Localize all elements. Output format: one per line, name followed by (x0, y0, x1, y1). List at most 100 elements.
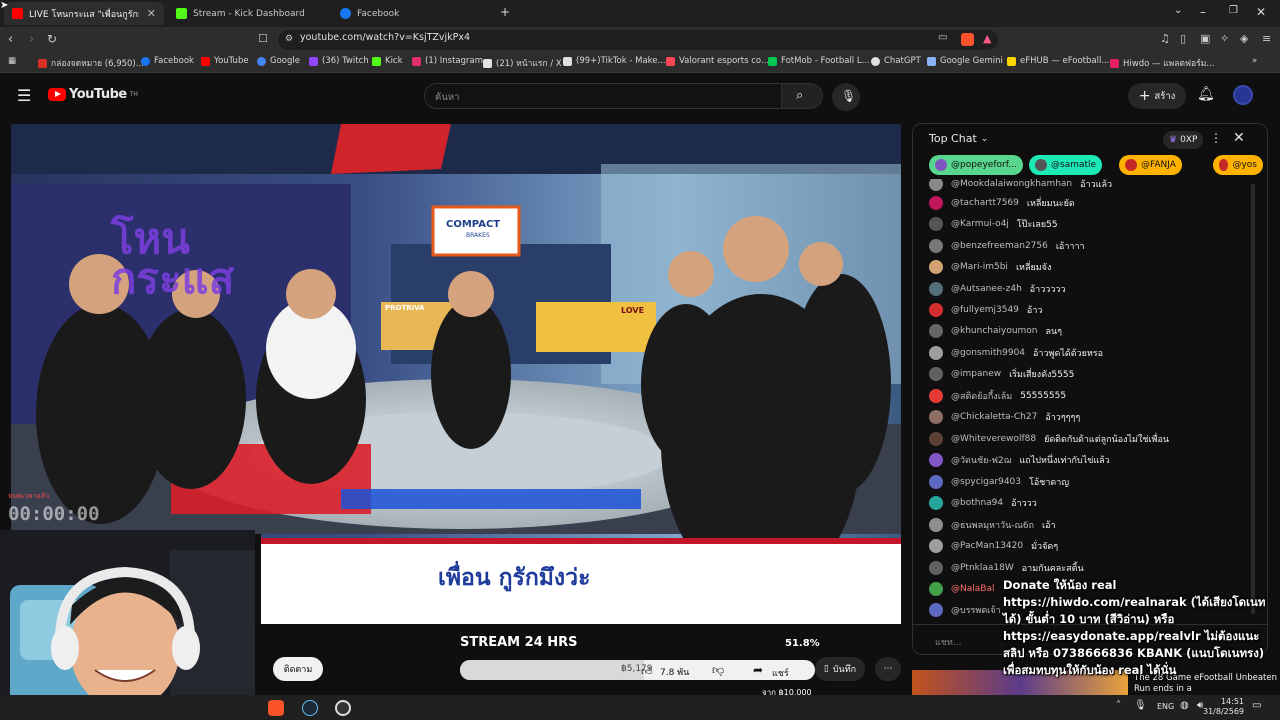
chat-username[interactable]: @PacMan13420 (951, 541, 1023, 551)
microphone-tray-icon[interactable]: 🎙︎ (1134, 700, 1147, 711)
chat-username[interactable]: @Autsanee-z4h (951, 284, 1022, 294)
avatar (929, 496, 943, 510)
bookmark-instagram[interactable]: (1) Instagram (412, 56, 483, 66)
bookmark-google[interactable]: Google (257, 56, 300, 66)
pinned-donor-pill[interactable]: @samatle (1029, 155, 1103, 175)
tray-chevron-icon[interactable]: ˄ (1116, 700, 1121, 711)
xp-badge[interactable]: ♛ 0XP (1163, 131, 1204, 149)
close-window-icon[interactable]: ✕ (1256, 5, 1266, 19)
bookmark-kick[interactable]: Kick (372, 56, 403, 66)
close-icon[interactable]: ✕ (147, 7, 156, 20)
chat-username[interactable]: @NalaBal (951, 584, 994, 594)
clock-time[interactable]: 14:51 (1214, 697, 1244, 706)
share-label[interactable]: แชร์ (772, 666, 789, 680)
chat-username[interactable]: @บรรพตเจ้า (951, 603, 1001, 617)
hamburger-menu-icon[interactable]: ☰ (17, 86, 31, 105)
restore-icon[interactable]: ❐ (1229, 5, 1238, 16)
reload-icon[interactable]: ↻ (47, 32, 57, 46)
notifications-bell-icon[interactable]: 🔔︎ (1197, 86, 1215, 102)
dislike-icon[interactable]: 👎︎ (712, 663, 724, 678)
close-chat-icon[interactable]: ✕ (1233, 130, 1245, 146)
bookmark-youtube[interactable]: YouTube (201, 56, 249, 66)
bookmark-icon[interactable]: ☐ (258, 32, 268, 45)
chat-text: เหลี่ยมจัง (1015, 263, 1052, 273)
chat-username[interactable]: @Chickaletta-Ch27 (951, 412, 1037, 422)
tab-kick-dashboard[interactable]: Stream - Kick Dashboard (168, 2, 328, 25)
chat-username[interactable]: @Whiteverewolf88 (951, 434, 1036, 444)
bookmark-chatgpt[interactable]: ChatGPT (871, 56, 921, 66)
more-bookmarks-icon[interactable]: » (1252, 56, 1257, 66)
chat-username[interactable]: @วัดนชัย-ฟ2ฌ (951, 453, 1011, 467)
pinned-donor-pill[interactable]: @popeyeforf... (929, 155, 1023, 175)
apps-icon[interactable]: ▦ (8, 56, 16, 66)
xp-value: 0XP (1180, 135, 1198, 145)
chat-username[interactable]: @tachartt7569 (951, 198, 1019, 208)
chat-username[interactable]: @ธนพลมุหาวัน-ณ6ถ (951, 518, 1034, 532)
bookmark-gemini[interactable]: Google Gemini (927, 56, 1003, 66)
chat-menu-icon[interactable]: ⋮ (1210, 131, 1222, 145)
language-indicator[interactable]: ENG (1157, 702, 1174, 711)
voice-search-button[interactable]: 🎙︎ (832, 83, 860, 111)
bookmark-fotmob[interactable]: FotMob - Football L... (768, 56, 870, 66)
chat-mode-select[interactable]: Top Chat ⌄ (929, 132, 988, 145)
chat-username[interactable]: @fullyemj3549 (951, 305, 1019, 315)
back-icon[interactable]: ‹ (8, 32, 13, 47)
chat-username[interactable]: @gonsmith9904 (951, 348, 1025, 358)
create-button[interactable]: + สร้าง (1128, 83, 1186, 109)
sidebar-icon[interactable]: ▯ (1180, 32, 1186, 45)
save-button[interactable]: ▯ บันทึก (815, 657, 865, 681)
chat-input[interactable]: แชท... (935, 635, 961, 649)
search-input[interactable]: ค้นหา (424, 83, 782, 109)
menu-icon[interactable]: ≡ (1262, 32, 1271, 45)
steam-icon[interactable] (302, 700, 318, 716)
bookmark-facebook[interactable]: Facebook (141, 56, 194, 66)
network-icon[interactable]: ◍ (1180, 700, 1189, 711)
chat-username[interactable]: @Mari-im5bi (951, 262, 1008, 272)
tab-search-icon[interactable]: ⌄ (1174, 5, 1182, 16)
pinned-donor-pill[interactable]: @yos (1213, 155, 1263, 175)
bookmark-twitch[interactable]: (36) Twitch (309, 56, 369, 66)
obs-icon[interactable] (335, 700, 351, 716)
bookmark-gmail[interactable]: กล่องจดหมาย (6,950)... (38, 56, 144, 70)
rewards-icon[interactable]: ▲ (983, 32, 991, 45)
chat-username[interactable]: @Karmui-o4j (951, 219, 1009, 229)
chat-username[interactable]: @impanew (951, 369, 1001, 379)
bookmark-tiktok[interactable]: (99+)TikTok - Make... (563, 56, 666, 66)
tab-facebook[interactable]: Facebook (332, 2, 492, 25)
notification-center-icon[interactable]: ▭ (1252, 700, 1261, 711)
bookmark-valorant[interactable]: Valorant esports co... (666, 56, 769, 66)
youtube-logo[interactable]: YouTube TH (48, 87, 138, 102)
brave-shield-icon[interactable] (961, 33, 974, 46)
minimize-icon[interactable]: – (1200, 5, 1206, 19)
tab-youtube-live[interactable]: LIVE โหนกระแส "เพื่อนกูรักมึงว่ะ ✕ (4, 2, 164, 25)
chat-username[interactable]: @benzefreeman2756 (951, 241, 1048, 251)
bookmark-efhub[interactable]: eFHUB — eFootball... (1007, 56, 1109, 66)
chat-username[interactable]: @Mookdalaiwongkhamhan (951, 179, 1072, 189)
more-actions-button[interactable]: ⋯ (875, 657, 901, 681)
wallet-icon[interactable]: ▣ (1200, 32, 1210, 45)
forward-icon[interactable]: › (29, 32, 34, 47)
subscribe-button[interactable]: ติดตาม (273, 657, 323, 681)
avatar[interactable] (1233, 85, 1253, 105)
chat-username[interactable]: @สติดย้อกี้งเล้ม (951, 389, 1012, 403)
new-tab-icon[interactable]: + (500, 5, 510, 19)
like-icon[interactable]: 👍︎ (641, 665, 653, 678)
chat-username[interactable]: @khunchaiyoumon (951, 326, 1038, 336)
pinned-donor-pill[interactable]: @FANJA (1119, 155, 1182, 175)
bookmark-x[interactable]: (21) หน้าแรก / X (483, 56, 562, 70)
chat-username[interactable]: @spycigar9403 (951, 477, 1021, 487)
brave-browser-icon[interactable] (268, 700, 284, 716)
chat-scrollbar[interactable] (1251, 184, 1255, 614)
clock-date[interactable]: 31/8/2569 (1203, 707, 1244, 716)
extensions-icon[interactable]: ✧ (1220, 32, 1229, 45)
site-info-icon[interactable]: ⚙ (285, 34, 293, 44)
search-button[interactable]: ⌕ (781, 83, 823, 109)
donation-overlay-text: Donate ให้น้อง real https://hiwdo.com/re… (1003, 578, 1266, 677)
chat-username[interactable]: @bothna94 (951, 498, 1003, 508)
share-icon[interactable]: ➦ (753, 663, 763, 677)
cast-icon[interactable]: ▭ (938, 32, 947, 43)
bookmark-hiwdo[interactable]: Hiwdo — แพลตฟอร์ม... (1110, 56, 1214, 70)
media-icon[interactable]: ♫ (1160, 32, 1170, 45)
vpn-icon[interactable]: ◈ (1240, 32, 1248, 45)
chat-username[interactable]: @Ptnklaa18W (951, 563, 1014, 573)
